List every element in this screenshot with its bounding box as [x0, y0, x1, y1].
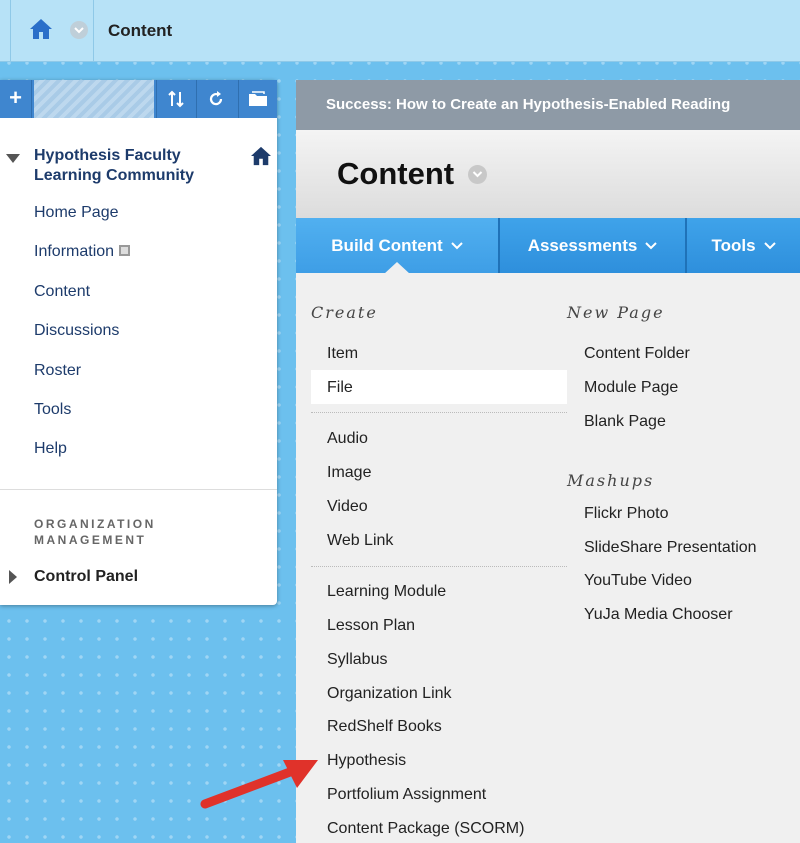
menu-option-hypothesis[interactable]: Hypothesis — [327, 752, 406, 770]
menu-item-roster[interactable]: Roster — [34, 362, 81, 380]
menu-option-youtube-video[interactable]: YouTube Video — [584, 572, 692, 590]
menu-option-portfolium-assignment[interactable]: Portfolium Assignment — [327, 786, 486, 804]
separator — [311, 566, 567, 567]
menu-option-content-package[interactable]: Content Package (SCORM) — [327, 820, 524, 838]
home-menu[interactable] — [10, 0, 94, 62]
menu-item-tools[interactable]: Tools — [34, 401, 71, 419]
chevron-down-icon[interactable] — [70, 21, 88, 39]
action-bar: Build Content Assessments Tools — [296, 218, 800, 273]
chevron-down-icon — [645, 241, 658, 249]
menu-item-information[interactable]: Information — [34, 243, 131, 261]
course-home-icon[interactable] — [250, 146, 272, 171]
menu-option-organization-link[interactable]: Organization Link — [327, 685, 452, 703]
page-title: Content — [337, 156, 455, 191]
tools-label: Tools — [711, 235, 756, 255]
menu-option-image[interactable]: Image — [327, 464, 371, 482]
course-menu: + Hypothesis Faculty Learning Community … — [0, 80, 277, 605]
menu-option-item[interactable]: Item — [327, 345, 358, 363]
menu-option-audio[interactable]: Audio — [327, 430, 368, 448]
menu-item-label: Information — [34, 243, 115, 260]
menu-option-web-link[interactable]: Web Link — [327, 532, 393, 550]
refresh-icon[interactable] — [196, 80, 234, 118]
menu-option-learning-module[interactable]: Learning Module — [327, 583, 446, 601]
add-menu-item-button[interactable]: + — [0, 80, 32, 118]
menu-item-discussions[interactable]: Discussions — [34, 322, 119, 340]
expand-caret-icon[interactable] — [9, 570, 17, 589]
assessments-label: Assessments — [527, 235, 638, 255]
tools-button[interactable]: Tools — [687, 218, 800, 273]
chevron-down-icon — [450, 241, 463, 249]
course-menu-toolbar: + — [0, 80, 277, 118]
menu-item-content[interactable]: Content — [34, 283, 90, 301]
menu-option-video[interactable]: Video — [327, 498, 368, 516]
menu-option-redshelf-books[interactable]: RedShelf Books — [327, 718, 442, 736]
assessments-button[interactable]: Assessments — [500, 218, 687, 273]
menu-option-file[interactable]: File — [327, 379, 353, 397]
breadcrumb[interactable]: Content — [108, 21, 172, 41]
menu-item-home-page[interactable]: Home Page — [34, 204, 119, 222]
menu-option-content-folder[interactable]: Content Folder — [584, 345, 690, 363]
toolbar-spacer — [34, 80, 154, 118]
menu-option-flickr-photo[interactable]: Flickr Photo — [584, 505, 668, 523]
menu-option-module-page[interactable]: Module Page — [584, 379, 678, 397]
build-content-label: Build Content — [331, 235, 443, 255]
management-heading: ORGANIZATION MANAGEMENT — [34, 517, 156, 547]
top-bar: Content — [0, 0, 800, 62]
menu-option-slideshare[interactable]: SlideShare Presentation — [584, 539, 757, 557]
menu-option-lesson-plan[interactable]: Lesson Plan — [327, 617, 415, 635]
menu-option-yuja-media[interactable]: YuJa Media Chooser — [584, 606, 733, 624]
collapse-caret-icon[interactable] — [6, 151, 20, 169]
page-header: Content — [296, 130, 800, 218]
control-panel-link[interactable]: Control Panel — [34, 568, 138, 586]
home-icon[interactable] — [29, 18, 53, 45]
empty-folder-icon — [119, 245, 131, 256]
divider — [0, 489, 277, 490]
annotation-arrow-icon — [200, 760, 318, 809]
folder-view-icon[interactable] — [238, 80, 277, 118]
menu-option-blank-page[interactable]: Blank Page — [584, 413, 666, 431]
reorder-icon[interactable] — [156, 80, 194, 118]
menu-item-help[interactable]: Help — [34, 440, 67, 458]
chevron-down-icon[interactable] — [468, 165, 487, 184]
chevron-down-icon — [763, 241, 776, 249]
course-title[interactable]: Hypothesis Faculty Learning Community — [34, 146, 234, 186]
new-page-heading: New Page — [567, 303, 665, 322]
menu-option-syllabus[interactable]: Syllabus — [327, 651, 387, 669]
separator — [311, 412, 567, 413]
success-message: Success: How to Create an Hypothesis-Ena… — [296, 80, 800, 130]
create-heading: Create — [311, 303, 378, 322]
mashups-heading: Mashups — [567, 471, 655, 490]
